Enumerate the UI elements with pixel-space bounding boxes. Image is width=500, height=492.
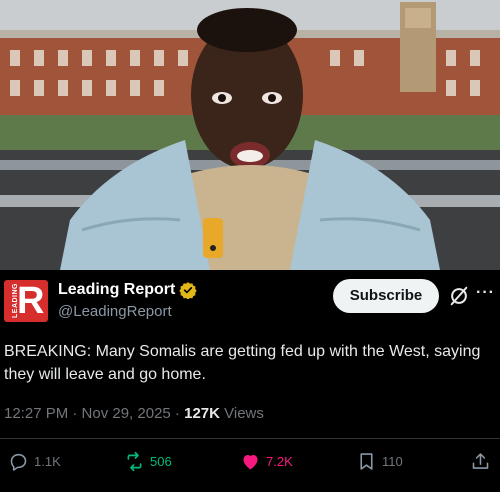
bookmark-count: 110 <box>382 454 403 469</box>
share-button[interactable] <box>470 451 496 472</box>
reply-button[interactable]: 1.1K <box>8 451 61 472</box>
tweet-text: BREAKING: Many Somalis are getting fed u… <box>4 343 481 383</box>
author-name-row[interactable]: Leading Report <box>58 281 198 299</box>
repost-count: 506 <box>150 454 172 469</box>
bookmark-icon <box>360 453 373 470</box>
tweet-actions: 1.1K 506 7.2K 110 <box>0 451 500 481</box>
views-label: Views <box>219 405 264 422</box>
repost-icon <box>127 451 142 472</box>
like-count: 7.2K <box>266 454 293 469</box>
repost-button[interactable]: 506 <box>124 451 172 472</box>
tweet-timestamp[interactable]: 12:27 PM · Nov 29, 2025 · <box>4 405 184 422</box>
reply-icon <box>10 453 27 471</box>
avatar-logo-letter: R <box>17 280 45 322</box>
reply-count: 1.1K <box>34 454 61 469</box>
verified-badge-icon[interactable] <box>179 281 198 299</box>
tweet-meta: 12:27 PM · Nov 29, 2025 · 127K Views <box>4 405 264 422</box>
views-count: 127K <box>184 405 220 422</box>
video-frame <box>0 0 500 270</box>
tweet-header: LEADING R Leading Report @LeadingReport … <box>0 270 500 330</box>
subscribe-button[interactable]: Subscribe <box>333 279 439 313</box>
bookmark-button[interactable]: 110 <box>356 451 403 472</box>
tweet-card: LEADING R Leading Report @LeadingReport … <box>0 270 500 492</box>
grok-icon[interactable] <box>448 285 470 307</box>
author-handle[interactable]: @LeadingReport <box>58 303 172 320</box>
video-player[interactable] <box>0 0 500 270</box>
divider <box>0 438 500 439</box>
author-name[interactable]: Leading Report <box>58 281 175 299</box>
share-icon <box>472 453 489 469</box>
author-avatar[interactable]: LEADING R <box>4 280 48 322</box>
more-icon[interactable]: ··· <box>476 284 495 302</box>
like-button[interactable]: 7.2K <box>240 451 293 472</box>
like-icon <box>243 454 258 470</box>
